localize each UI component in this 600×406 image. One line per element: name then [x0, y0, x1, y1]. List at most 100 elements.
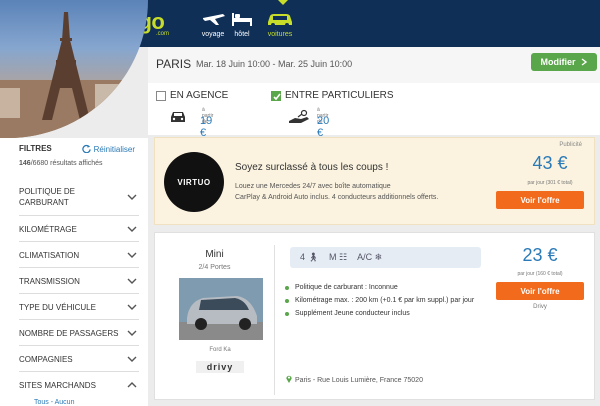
chevron-down-icon — [127, 278, 137, 284]
nav-hotel[interactable]: hôtel — [222, 8, 262, 38]
agency-label: EN AGENCE — [170, 90, 229, 101]
modify-search-label: Modifier — [540, 57, 576, 67]
search-dates: Mar. 18 Juin 10:00 - Mar. 25 Juin 10:00 — [196, 59, 353, 69]
filter-vehicle-type-label: TYPE DU VÉHICULE — [19, 303, 96, 312]
ad-description-line-2: CarPlay & Android Auto inclus. 4 conduct… — [235, 194, 439, 201]
pickup-address: Paris - Rue Louis Lumière, France 75020 — [285, 374, 423, 384]
chevron-down-icon — [127, 252, 137, 258]
offer-type-filters: EN AGENCE à partir de 19 € ENTRE PARTICU… — [148, 83, 600, 139]
car-front-icon — [171, 112, 185, 122]
car-price: 23 € — [522, 245, 558, 265]
snowflake-icon: ❄ — [374, 252, 383, 262]
eiffel-tower-illustration — [0, 12, 148, 138]
gearbox-icon: ☷ — [338, 252, 348, 262]
results-count: 146/6680 résultats affichés — [19, 160, 103, 167]
private-label: ENTRE PARTICULIERS — [285, 90, 394, 101]
person-icon: 🚶︎ — [307, 252, 319, 262]
filter-transmission[interactable]: TRANSMISSION — [19, 268, 139, 294]
chevron-down-icon — [127, 356, 137, 362]
feature-mileage: Kilométrage max. : 200 km (+0.1 € par km… — [285, 296, 495, 306]
feature-young-driver: Supplément Jeune conducteur inclus — [285, 309, 495, 319]
chevron-down-icon — [127, 304, 137, 310]
filter-mileage[interactable]: KILOMÉTRAGE — [19, 216, 139, 242]
search-summary: PARIS Mar. 18 Juin 10:00 - Mar. 25 Juin … — [148, 47, 600, 83]
ad-description: Louez une Mercedes 24/7 avec boîte autom… — [235, 181, 485, 203]
bed-icon — [232, 13, 252, 26]
ad-title: Soyez surclassé à tous les coups ! — [235, 162, 389, 173]
filter-passengers-label: NOMBRE DE PASSAGERS — [19, 329, 119, 338]
filter-companies-label: COMPAGNIES — [19, 355, 73, 364]
car-view-offer-button[interactable]: Voir l'offre — [496, 282, 584, 300]
feature-fuel-policy: Politique de carburant : Inconnue — [285, 283, 495, 293]
virtuo-logo: VIRTUO — [164, 152, 224, 212]
car-features: Politique de carburant : Inconnue Kilomé… — [285, 283, 495, 322]
chevron-right-icon — [581, 58, 587, 66]
car-model: Ford Ka — [209, 347, 231, 353]
results-page: liligo .com voyage hôtel voit — [0, 0, 600, 406]
car-photo — [179, 278, 263, 340]
nav-voitures-label: voitures — [267, 31, 293, 38]
filter-fuel-policy-label-1: POLITIQUE DE — [19, 187, 76, 196]
hand-key-icon — [289, 109, 309, 123]
chevron-down-icon — [127, 226, 137, 232]
filter-air-conditioning-label: CLIMATISATION — [19, 251, 80, 260]
ac-value: A/C — [357, 252, 373, 262]
ad-view-offer-button[interactable]: Voir l'offre — [496, 191, 584, 209]
merchant-select-links[interactable]: Tous - Aucun — [34, 399, 74, 406]
pickup-address-text: Paris - Rue Louis Lumière, France 75020 — [294, 377, 423, 384]
search-city: PARIS — [156, 57, 192, 71]
ad-description-line-1: Louez une Mercedes 24/7 avec boîte autom… — [235, 183, 391, 190]
reset-filters-label: Réinitialiser — [93, 145, 135, 154]
filter-transmission-label: TRANSMISSION — [19, 277, 80, 286]
chevron-down-icon — [127, 194, 137, 200]
map-pin-icon — [286, 375, 292, 383]
drivy-logo: drivy — [196, 361, 244, 373]
results-count-shown: 146 — [19, 160, 31, 167]
sponsored-label: Publicité — [559, 142, 582, 148]
filter-air-conditioning[interactable]: CLIMATISATION — [19, 242, 139, 268]
agency-price: 19 € — [200, 115, 213, 139]
agency-checkbox[interactable] — [156, 91, 166, 101]
filters-sidebar: FILTRES Réinitialiser 146/6680 résultats… — [0, 138, 148, 406]
car-provider: Drivy — [533, 304, 547, 310]
car-illustration — [179, 278, 263, 340]
car-specs: 4 🚶︎ M ☷ A/C ❄ — [290, 247, 481, 268]
filter-companies[interactable]: COMPAGNIES — [19, 346, 139, 372]
private-price: 20 € — [317, 115, 330, 139]
brand-bar: liligo .com voyage hôtel voit — [98, 0, 600, 47]
filter-fuel-policy[interactable]: POLITIQUE DE CARBURANT — [19, 178, 139, 216]
nav-voitures[interactable]: voitures — [260, 8, 300, 38]
filter-fuel-policy-label-2: CARBURANT — [19, 198, 69, 207]
chevron-down-icon — [127, 330, 137, 336]
reset-filters-button[interactable]: Réinitialiser — [82, 144, 135, 154]
filters-header: FILTRES Réinitialiser — [19, 144, 139, 154]
ad-per-day: par jour (301 € total) — [527, 180, 573, 186]
nav-hotel-label: hôtel — [234, 31, 250, 38]
chevron-up-icon — [127, 382, 137, 388]
seats-spec: 4 🚶︎ — [300, 252, 319, 263]
filter-vehicle-type[interactable]: TYPE DU VÉHICULE — [19, 294, 139, 320]
active-nav-indicator — [278, 0, 288, 5]
car-category: Mini — [205, 249, 224, 260]
modify-search-button[interactable]: Modifier — [531, 53, 597, 71]
ac-spec: A/C ❄ — [357, 252, 382, 263]
nav-voyage-label: voyage — [201, 31, 225, 38]
filter-merchant-sites[interactable]: SITES MARCHANDS — [19, 372, 139, 398]
filters-title: FILTRES — [19, 144, 52, 153]
car-doors: 2/4 Portes — [198, 264, 231, 271]
car-result-card[interactable]: Mini 2/4 Portes Ford Ka drivy 4 🚶︎ M ☷ A… — [154, 232, 595, 400]
logo-domain: .com — [156, 31, 170, 37]
results-count-total: /6680 résultats affichés — [30, 160, 103, 167]
refresh-icon — [82, 144, 92, 154]
transmission-value: M — [328, 252, 337, 262]
filter-passengers[interactable]: NOMBRE DE PASSAGERS — [19, 320, 139, 346]
car-per-day: par jour (160 € total) — [517, 271, 563, 277]
filter-mileage-label: KILOMÉTRAGE — [19, 225, 77, 234]
ad-price: 43 € — [532, 153, 568, 173]
private-checkbox[interactable] — [271, 91, 281, 101]
filter-merchant-sites-label: SITES MARCHANDS — [19, 381, 96, 390]
checkmark-icon — [273, 93, 281, 101]
sponsored-offer-card[interactable]: VIRTUO Publicité Soyez surclassé à tous … — [154, 137, 595, 225]
card-divider — [274, 245, 275, 395]
car-icon — [268, 14, 292, 27]
